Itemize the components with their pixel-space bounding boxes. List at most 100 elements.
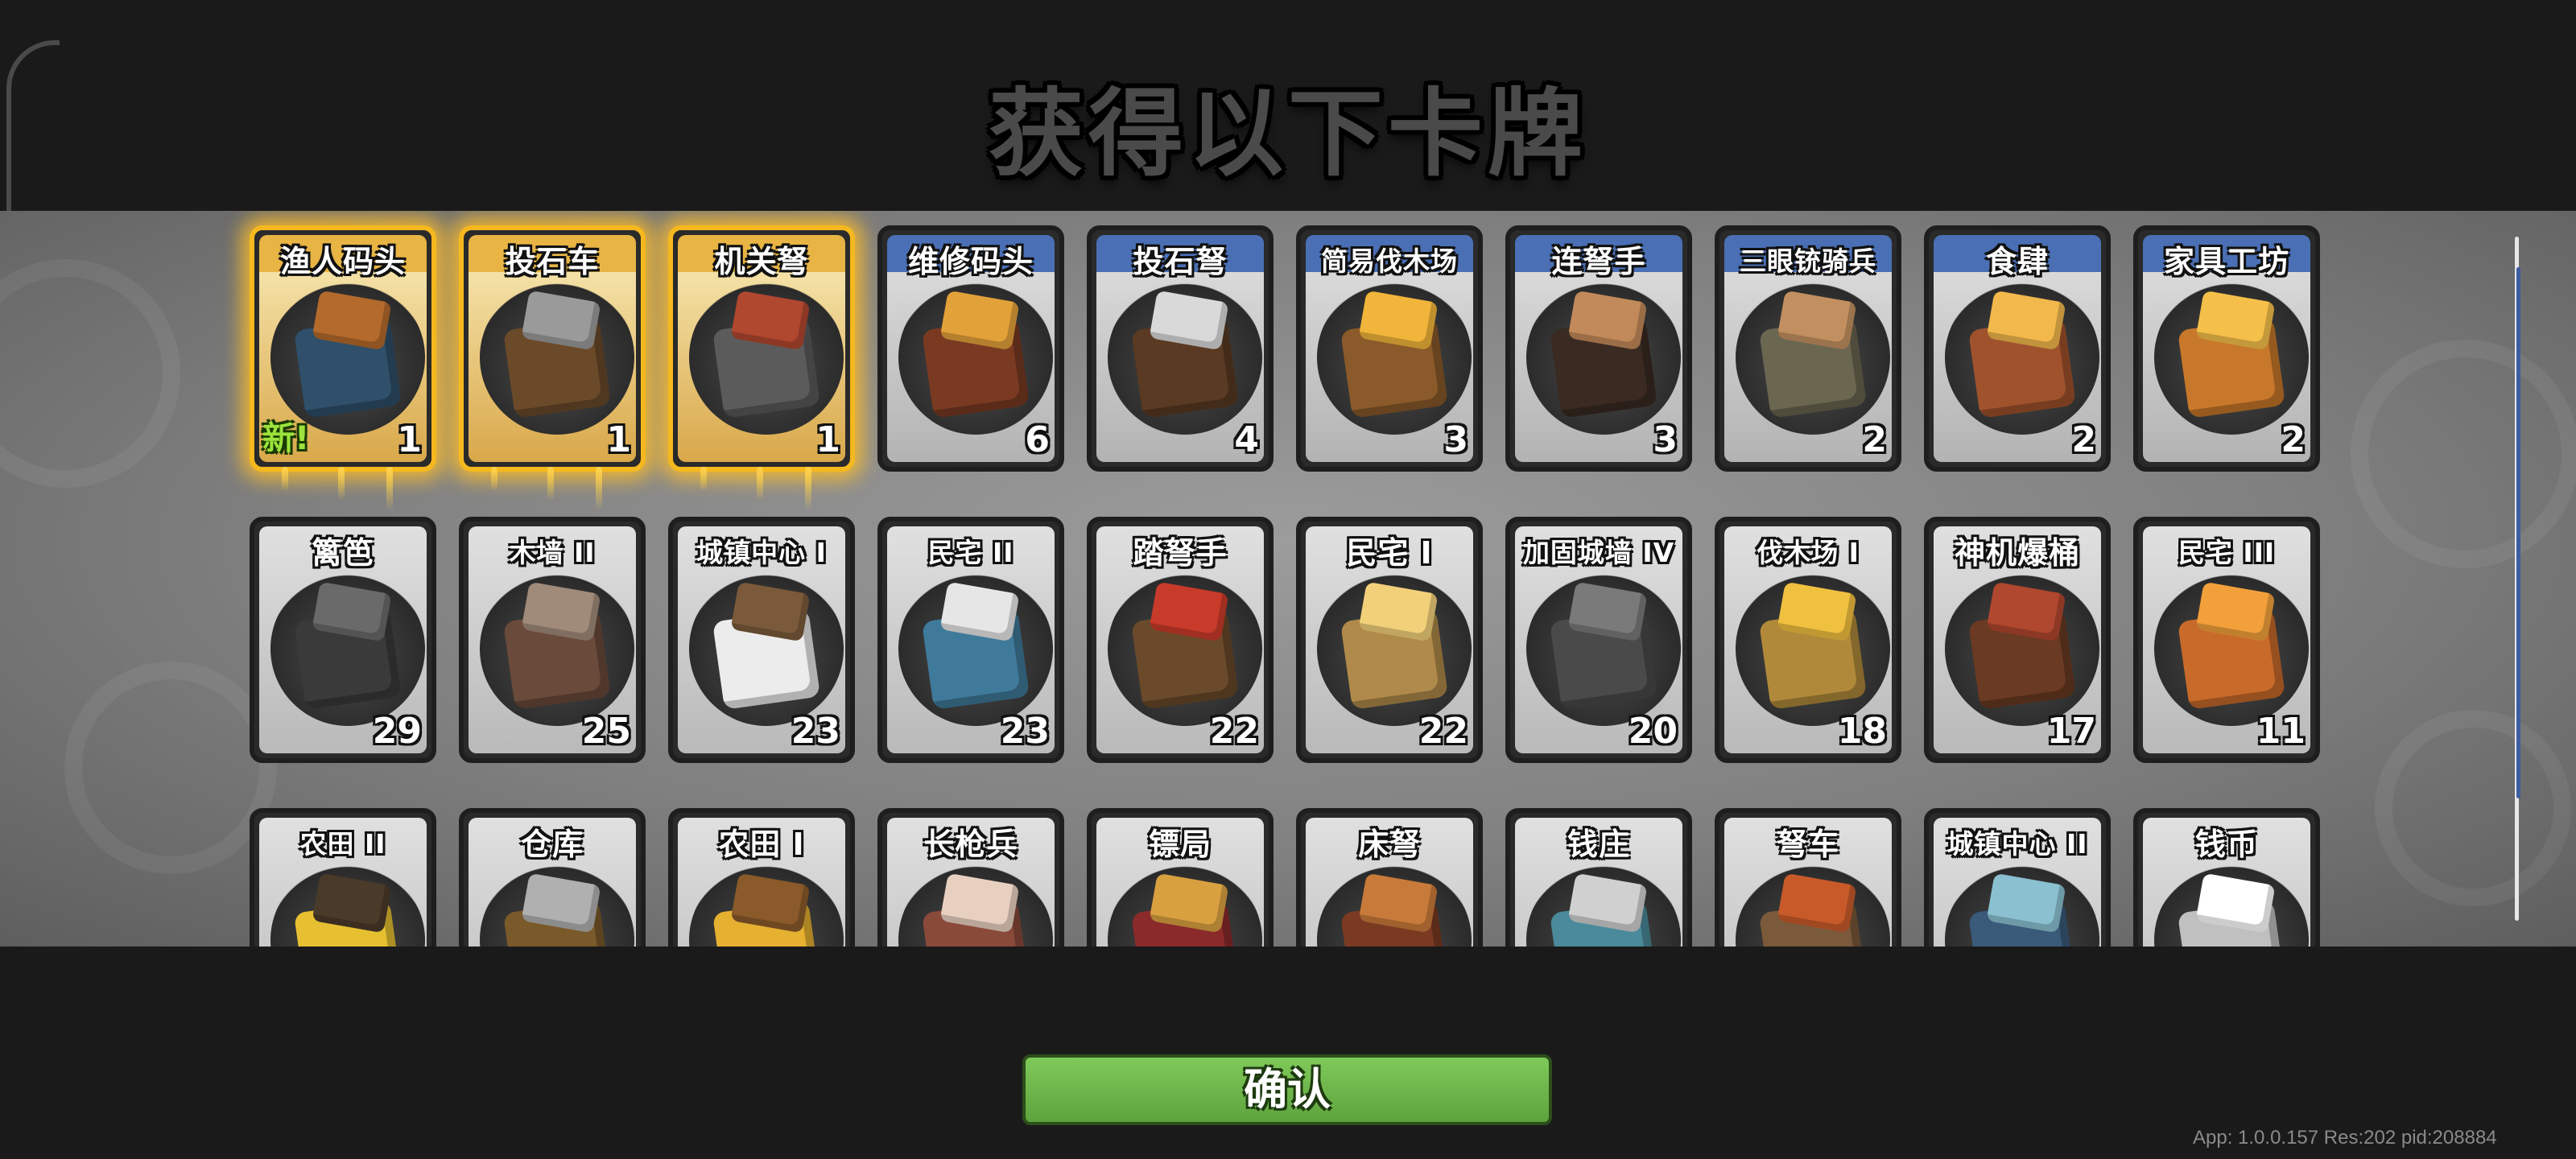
card-item[interactable]: 机关弩 1 xyxy=(668,225,855,472)
card-item[interactable]: 仓库 xyxy=(459,808,646,947)
card-face: 钱庄 xyxy=(1515,818,1682,947)
card-name: 长枪兵 xyxy=(923,827,1018,862)
page-title: 获得以下卡牌 xyxy=(988,78,1587,189)
card-face: 连弩手 3 xyxy=(1515,235,1682,462)
card-item[interactable]: 渔人码头 1 新! xyxy=(250,225,436,472)
watermark-icon xyxy=(64,662,277,874)
glow-drip-decoration xyxy=(491,467,497,491)
card-item[interactable]: 弩车 xyxy=(1715,808,1901,947)
card-count: 1 xyxy=(397,419,422,460)
glow-drip-decoration xyxy=(757,467,763,501)
card-name: 床弩 xyxy=(1357,827,1421,862)
card-name: 钱币 xyxy=(2194,827,2258,862)
card-item[interactable]: 加固城墙 IV 20 xyxy=(1505,517,1692,763)
card-item[interactable]: 神机爆桶 17 xyxy=(1924,517,2111,763)
card-name: 篱笆 xyxy=(311,535,374,571)
card-item[interactable]: 长枪兵 xyxy=(877,808,1064,947)
card-name: 简易伐木场 xyxy=(1321,245,1458,277)
card-item[interactable]: 篱笆 29 xyxy=(250,517,436,763)
fence-icon xyxy=(270,571,425,726)
simple-lumber-mill-icon xyxy=(1317,280,1472,435)
card-item[interactable]: 投石车 1 xyxy=(459,225,646,472)
card-face: 弩车 xyxy=(1724,818,1892,947)
card-item[interactable]: 城镇中心 II xyxy=(1924,808,2111,947)
card-count: 29 xyxy=(372,711,422,752)
card-item[interactable]: 连弩手 3 xyxy=(1505,225,1692,472)
card-count: 1 xyxy=(606,419,631,460)
watermark-icon xyxy=(2351,340,2576,568)
card-name: 食肆 xyxy=(1985,244,2049,279)
crossbow-cart-icon xyxy=(1736,863,1890,947)
escort-agency-icon xyxy=(1108,863,1262,947)
card-count: 3 xyxy=(1443,419,1468,460)
card-face: 神机爆桶 17 xyxy=(1934,526,2101,753)
card-item[interactable]: 食肆 2 xyxy=(1924,225,2111,472)
card-name: 家具工坊 xyxy=(2163,244,2289,279)
card-name: 仓库 xyxy=(520,827,584,862)
card-name: 投石弩 xyxy=(1133,244,1228,279)
glow-drip-decoration xyxy=(700,467,707,491)
glow-drip-decoration xyxy=(805,467,811,510)
house-3-icon xyxy=(2154,571,2309,726)
card-name: 机关弩 xyxy=(714,244,809,279)
card-name: 伐木场 I xyxy=(1757,537,1860,568)
three-eyed-gun-cavalry-icon xyxy=(1736,280,1890,435)
card-item[interactable]: 床弩 xyxy=(1296,808,1483,947)
card-name: 城镇中心 II xyxy=(1946,828,2088,860)
card-face: 篱笆 29 xyxy=(259,526,427,753)
confirm-button[interactable]: 确认 xyxy=(1022,1054,1552,1125)
explosive-barrel-icon xyxy=(1945,571,2099,726)
card-name: 城镇中心 I xyxy=(696,537,827,568)
card-face: 投石车 1 xyxy=(469,235,636,462)
mechanism-crossbow-icon xyxy=(689,280,844,435)
house-1-icon xyxy=(1317,571,1472,726)
card-name: 木墙 II xyxy=(509,537,596,568)
card-item[interactable]: 钱币 xyxy=(2133,808,2320,947)
card-item[interactable]: 民宅 I 22 xyxy=(1296,517,1483,763)
card-item[interactable]: 农田 II xyxy=(250,808,436,947)
card-item[interactable]: 维修码头 6 xyxy=(877,225,1064,472)
card-face: 木墙 II 25 xyxy=(469,526,636,753)
card-face: 投石弩 4 xyxy=(1096,235,1264,462)
card-item[interactable]: 钱庄 xyxy=(1505,808,1692,947)
card-name: 民宅 II xyxy=(927,537,1014,568)
stone-crossbow-icon xyxy=(1108,280,1262,435)
card-item[interactable]: 简易伐木场 3 xyxy=(1296,225,1483,472)
farm-2-icon xyxy=(270,863,425,947)
card-item[interactable]: 农田 I xyxy=(668,808,855,947)
card-item[interactable]: 伐木场 I 18 xyxy=(1715,517,1901,763)
ballista-icon xyxy=(1317,863,1472,947)
card-item[interactable]: 家具工坊 2 xyxy=(2133,225,2320,472)
scrollbar-thumb[interactable] xyxy=(2516,267,2520,798)
card-name: 加固城墙 IV xyxy=(1522,537,1675,568)
watermark-icon xyxy=(2375,710,2571,906)
glow-drip-decoration xyxy=(282,467,288,491)
card-name: 农田 I xyxy=(718,827,805,862)
new-badge: 新! xyxy=(262,420,310,457)
card-item[interactable]: 三眼铳骑兵 2 xyxy=(1715,225,1901,472)
foot-crossbowman-icon xyxy=(1108,571,1262,726)
card-item[interactable]: 木墙 II 25 xyxy=(459,517,646,763)
town-center-2-icon xyxy=(1945,863,2099,947)
card-count: 3 xyxy=(1653,419,1678,460)
card-item[interactable]: 城镇中心 I 23 xyxy=(668,517,855,763)
card-name: 投石车 xyxy=(505,244,600,279)
glow-drip-decoration xyxy=(547,467,554,501)
card-item[interactable]: 民宅 II 23 xyxy=(877,517,1064,763)
card-face: 镖局 xyxy=(1096,818,1264,947)
card-count: 17 xyxy=(2046,711,2096,752)
card-count: 23 xyxy=(791,711,840,752)
card-item[interactable]: 投石弩 4 xyxy=(1087,225,1274,472)
card-name: 镖局 xyxy=(1148,827,1212,862)
card-list-panel[interactable]: 渔人码头 1 新! 投石车 1 机关弩 1 维修码头 6 投石弩 4 简易伐木场 3 连弩手 3 三眼铳骑兵 2… xyxy=(0,211,2576,947)
card-count: 11 xyxy=(2256,711,2306,752)
card-item[interactable]: 踏弩手 22 xyxy=(1087,517,1274,763)
card-count: 20 xyxy=(1628,711,1678,752)
card-face: 渔人码头 1 新! xyxy=(259,235,427,462)
wooden-wall-icon xyxy=(480,571,634,726)
glow-drip-decoration xyxy=(596,467,602,510)
card-item[interactable]: 镖局 xyxy=(1087,808,1274,947)
card-item[interactable]: 民宅 III 11 xyxy=(2133,517,2320,763)
card-name: 踏弩手 xyxy=(1133,535,1228,571)
farm-1-icon xyxy=(689,863,844,947)
